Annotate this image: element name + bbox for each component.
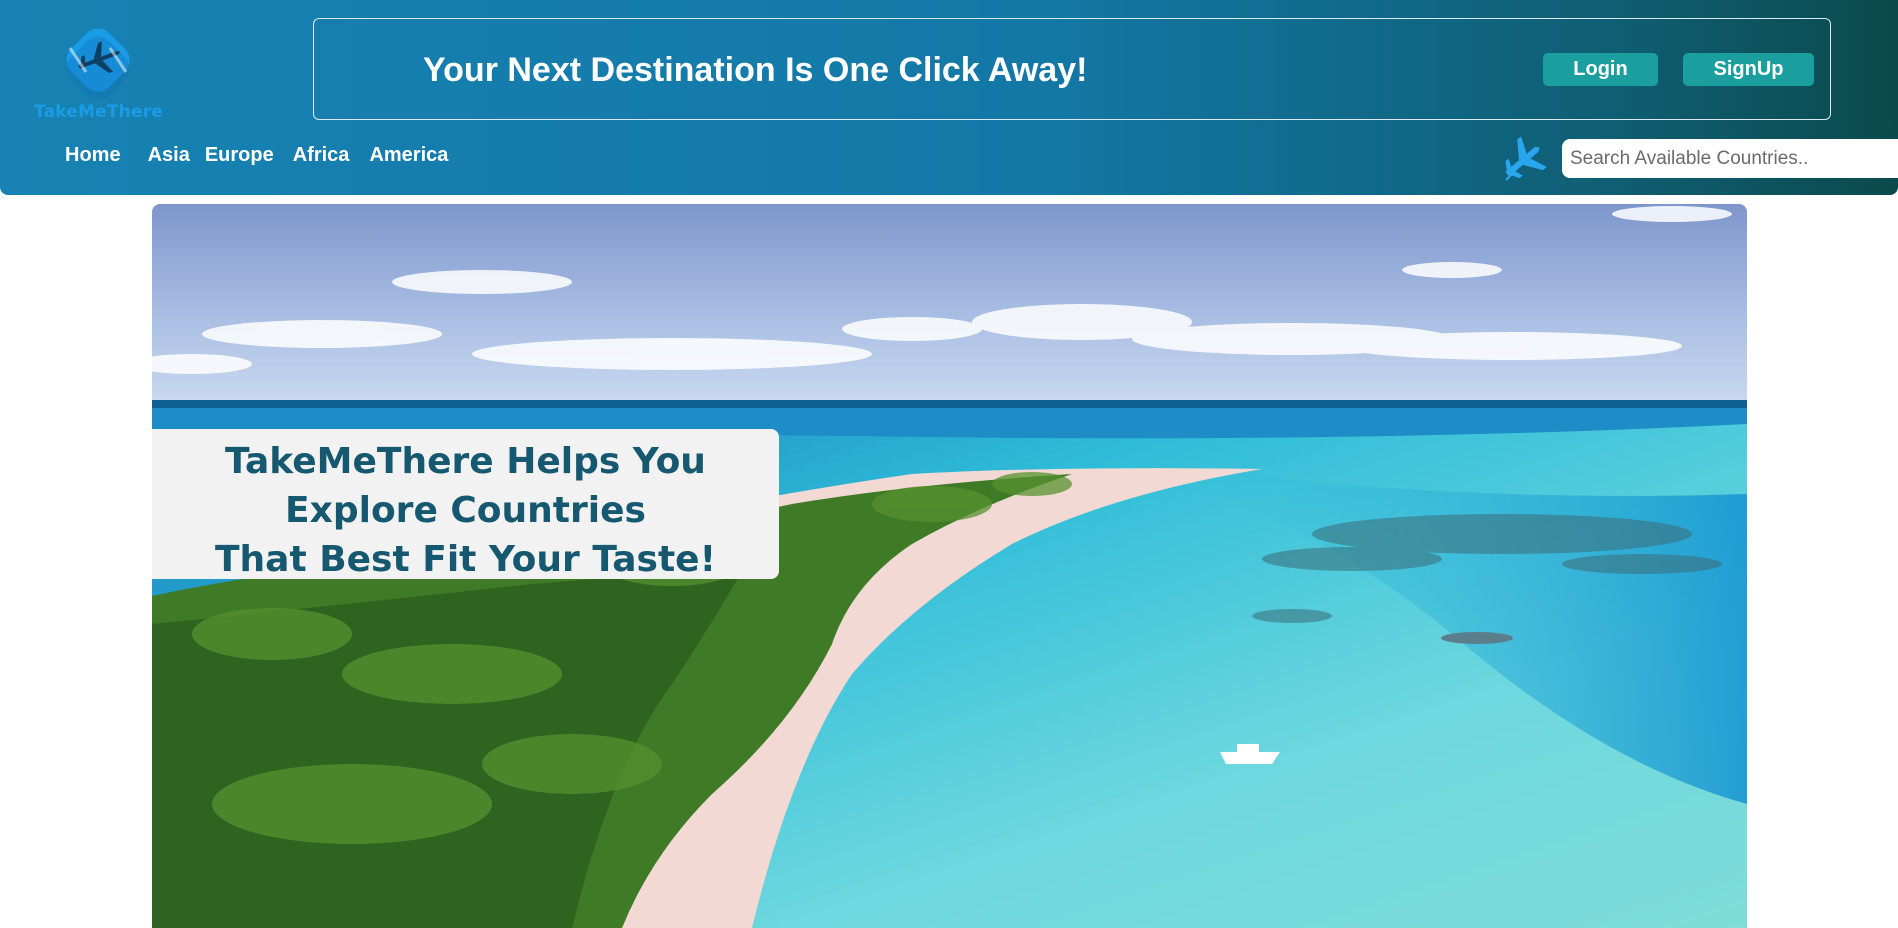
brand-logo[interactable]: TakeMeThere <box>26 18 171 128</box>
hero-tagline-card: TakeMeThere Helps You Explore Countries … <box>152 429 779 580</box>
nav-item-america[interactable]: America <box>369 144 448 170</box>
hero-image: TakeMeThere Helps You Explore Countries … <box>152 204 1747 928</box>
nav-item-europe[interactable]: Europe <box>205 144 274 170</box>
search-input[interactable] <box>1562 139 1898 178</box>
plane-badge-icon <box>66 28 130 101</box>
brand-name: TakeMeThere <box>33 102 164 122</box>
site-header: TakeMeThere Your Next Destination Is One… <box>0 0 1898 195</box>
hero-line-1: TakeMeThere Helps You <box>225 441 706 482</box>
hero-line-2: Explore Countries <box>285 490 646 531</box>
signup-button[interactable]: SignUp <box>1683 53 1814 86</box>
nav-item-asia[interactable]: Asia <box>148 144 190 170</box>
nav-item-africa[interactable]: Africa <box>293 144 350 170</box>
header-banner: Your Next Destination Is One Click Away!… <box>313 18 1831 120</box>
login-button[interactable]: Login <box>1543 53 1658 86</box>
hero-line-3: That Best Fit Your Taste! <box>214 539 716 580</box>
nav-item-home[interactable]: Home <box>65 144 121 170</box>
banner-title: Your Next Destination Is One Click Away! <box>423 51 1088 89</box>
main-nav: Home Asia Europe Africa America <box>65 144 448 170</box>
airplane-icon <box>1505 136 1547 181</box>
